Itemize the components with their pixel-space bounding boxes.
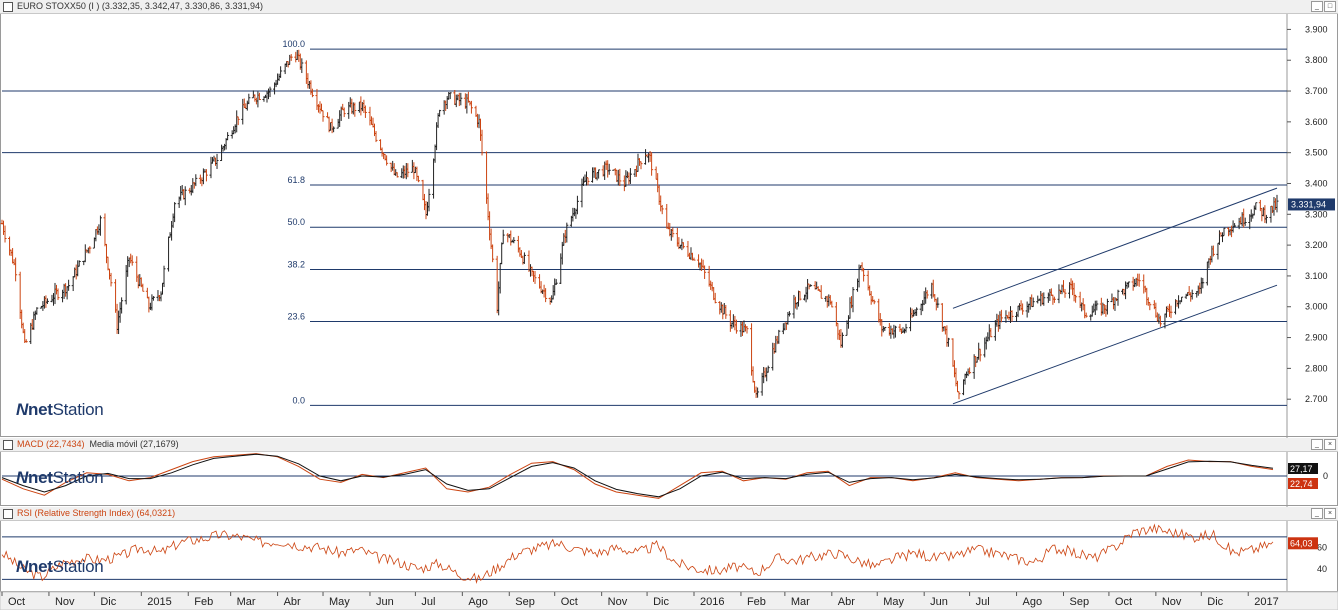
last-price-label: 3.331,94 [1291,199,1326,209]
price-y-tick-label: 3.700 [1305,86,1328,96]
netstation-logo-price: NnetStation [16,400,104,420]
logo-station: Station [52,468,104,487]
time-axis-label: Dic [100,596,116,608]
fibonacci-label: 38.2 [287,259,305,269]
macd-value-label: 22,74 [1290,479,1313,489]
time-axis-label: Oct [8,596,25,608]
price-y-tick-label: 3.900 [1305,24,1328,34]
time-axis-label: 2017 [1254,596,1278,608]
time-axis-label: Dic [1207,596,1223,608]
price-y-tick-label: 3.800 [1305,55,1328,65]
price-y-tick-label: 3.000 [1305,302,1328,312]
logo-station: Station [52,400,104,419]
logo-mark-icon: N [16,468,28,487]
macd-panel-header: MACD (22,7434) Media móvil (27,1679) _ × [0,438,1338,452]
macd-ma-title: Media móvil (27,1679) [89,439,179,449]
minimize-icon[interactable]: _ [1311,1,1323,12]
price-y-tick-label: 2.900 [1305,333,1328,343]
time-axis-label: Jul [421,596,435,608]
time-axis-label: Mar [791,596,810,608]
time-axis-label: May [329,596,350,608]
time-axis-label: Abr [284,596,301,608]
maximize-icon[interactable]: □ [1324,1,1336,12]
price-y-tick-label: 3.100 [1305,271,1328,281]
fibonacci-label: 23.6 [287,312,305,322]
price-y-tick-label: 2.800 [1305,363,1328,373]
netstation-logo-rsi: NnetStation [16,557,104,577]
rsi-panel-title: RSI (Relative Strength Index) (64,0321) [17,508,176,518]
price-panel-header: EURO STOXX50 (I ) (3.332,35, 3.342,47, 3… [0,0,1338,14]
rsi-y-tick-label: 60 [1317,543,1327,553]
logo-mark-icon: N [16,400,28,419]
logo-station: Station [52,557,104,576]
rsi-menu-icon[interactable] [3,509,13,519]
price-y-tick-label: 3.600 [1305,117,1328,127]
time-axis-label: Nov [1162,596,1182,608]
time-axis-label: Sep [1069,596,1089,608]
rsi-panel-header: RSI (Relative Strength Index) (64,0321) … [0,507,1338,521]
time-axis-label: Oct [561,596,578,608]
rsi-value-label: 64,03 [1290,538,1313,548]
time-axis-label: Nov [608,596,628,608]
price-y-tick-label: 3.500 [1305,148,1328,158]
time-axis-label: Feb [747,596,766,608]
time-axis-label: Jun [376,596,394,608]
chart-window: 3.900 3.800 3.700 3.600 3.500 3.400 3.300 3.200… [0,0,1338,611]
fibonacci-label: 0.0 [292,395,305,405]
time-axis-label: Feb [194,596,213,608]
time-axis-label: Sep [515,596,535,608]
fibonacci-label: 50.0 [287,217,305,227]
price-panel-title: EURO STOXX50 (I ) (3.332,35, 3.342,47, 3… [17,1,263,11]
time-axis-label: Nov [55,596,75,608]
rsi-close-icon[interactable]: × [1324,508,1336,519]
macd-minimize-icon[interactable]: _ [1311,439,1323,450]
macd-zero-label: 0 [1323,471,1328,481]
fibonacci-label: 100.0 [282,39,305,49]
macd-panel-title: MACD (22,7434) [17,439,85,449]
time-axis-label: Dic [653,596,669,608]
price-y-tick-label: 3.400 [1305,178,1328,188]
rsi-y-tick-label: 40 [1317,564,1327,574]
time-axis-label: Ago [1023,596,1043,608]
macd-signal-label: 27,17 [1290,464,1313,474]
time-axis-label: Jun [930,596,948,608]
time-axis-label: Ago [468,596,488,608]
logo-net: net [27,400,53,419]
logo-mark-icon: N [16,557,28,576]
rsi-panel-frame [0,520,1338,592]
time-axis-label: Mar [237,596,256,608]
price-y-tick-label: 2.700 [1305,394,1328,404]
time-axis-label: May [883,596,904,608]
panel-menu-icon[interactable] [3,2,13,12]
logo-net: net [27,557,53,576]
macd-close-icon[interactable]: × [1324,439,1336,450]
time-axis-label: Oct [1115,596,1132,608]
logo-net: net [27,468,53,487]
time-axis-label: Jul [976,596,990,608]
macd-menu-icon[interactable] [3,440,13,450]
fibonacci-label: 61.8 [287,175,305,185]
netstation-logo-macd: NnetStation [16,468,104,488]
time-axis-label: Abr [838,596,855,608]
price-panel-frame [0,13,1338,437]
rsi-minimize-icon[interactable]: _ [1311,508,1323,519]
price-y-tick-label: 3.200 [1305,240,1328,250]
price-y-tick-label: 3.300 [1305,209,1328,219]
time-axis-label: 2015 [147,596,171,608]
time-axis-label: 2016 [700,596,724,608]
